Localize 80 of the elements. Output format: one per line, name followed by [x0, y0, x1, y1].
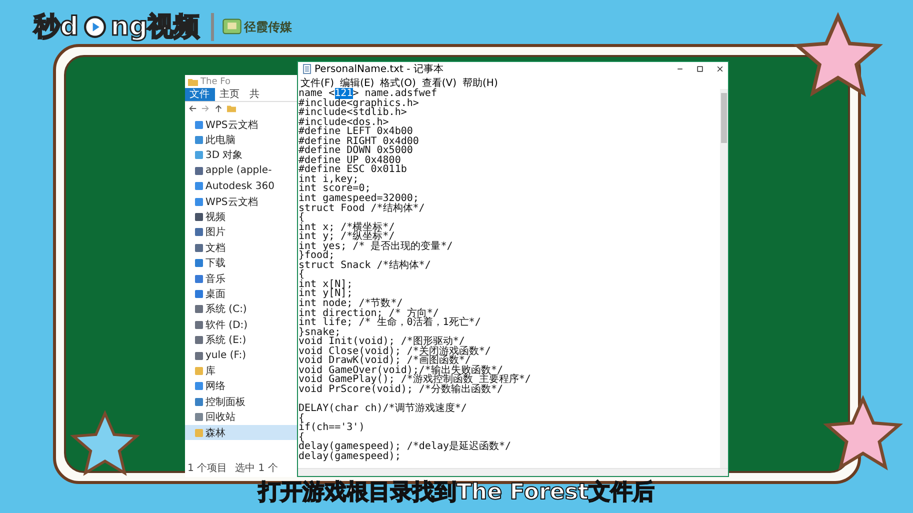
- code-line: void DrawK(void); /*画图函数*/: [298, 356, 471, 366]
- code-line: if(ch=='3'): [298, 423, 366, 433]
- code-line: struct Snack /*结构体*/: [298, 260, 432, 270]
- code-line: int y[N];: [298, 289, 354, 300]
- code-line: void Init(void); /*图形驱动*/: [298, 337, 465, 347]
- nav-item[interactable]: 下载: [184, 256, 296, 271]
- code-line: DELAY(char ch)/*调节游戏速度*/: [298, 404, 468, 414]
- menu-item[interactable]: 查看(V): [422, 76, 457, 90]
- code-line: {: [298, 270, 305, 280]
- window-title: PersonalName.txt - 记事本: [314, 62, 444, 76]
- menu-item[interactable]: 编辑(E): [340, 76, 374, 90]
- subtitle-caption: 打开游戏根目录找到The Forest文件后: [256, 479, 656, 507]
- code-line: int life; /* 生命，0活着，1死亡*/: [298, 318, 482, 328]
- nav-item[interactable]: 视频: [184, 209, 296, 225]
- nav-item[interactable]: 此电脑: [184, 132, 296, 148]
- nav-item[interactable]: 桌面: [184, 286, 296, 302]
- close-icon[interactable]: [716, 65, 724, 73]
- code-line: #define DOWN 0x5000: [298, 146, 414, 156]
- nav-item[interactable]: WPS云文档: [184, 117, 296, 132]
- logo-text: 秒d: [32, 11, 80, 44]
- up-arrow-icon[interactable]: [214, 104, 222, 113]
- nav-item[interactable]: yule (F:): [184, 348, 296, 364]
- code-line: {: [298, 414, 305, 424]
- menu-item[interactable]: 帮助(H): [462, 76, 498, 90]
- maximize-icon[interactable]: [696, 65, 704, 73]
- nav-item[interactable]: 回收站: [184, 409, 296, 425]
- code-line: #define UP 0x4800: [298, 156, 401, 166]
- menu-item[interactable]: 文件(F): [300, 76, 334, 90]
- nav-item[interactable]: 图片: [184, 224, 296, 240]
- nav-item[interactable]: 文档: [184, 240, 296, 256]
- code-line: #define LEFT 0x4b00: [298, 127, 413, 137]
- nav-item[interactable]: 控制面板: [184, 394, 296, 410]
- code-line: #include<graphics.h>: [298, 98, 420, 108]
- nav-item[interactable]: WPS云文档: [184, 194, 296, 210]
- nav-item[interactable]: 音乐: [184, 270, 296, 286]
- code-line: }food;: [298, 251, 335, 261]
- horizontal-scrollbar[interactable]: [298, 468, 728, 476]
- status-text: 1 个项目: [188, 462, 228, 475]
- nav-item[interactable]: 系统 (E:): [184, 332, 296, 348]
- code-line: void Close(void); /*关闭游戏函数*/: [298, 346, 492, 356]
- code-line: int score=0;: [298, 184, 371, 194]
- nav-item[interactable]: 库: [184, 363, 296, 379]
- menu-item[interactable]: 格式(O): [380, 76, 416, 90]
- brand-name: 径霞传媒: [244, 18, 292, 36]
- code-line: delay(gamespeed);: [298, 452, 402, 462]
- scrollbar[interactable]: [720, 89, 728, 468]
- code-line: void PrScore(void); /*分数输出函数*/: [298, 384, 504, 394]
- logo-text: ng视频: [110, 11, 201, 44]
- code-line: delay(gamespeed); /*delay是延迟函数*/: [298, 442, 512, 452]
- code-line: void GameOver(void);/*输出失败函数*/: [298, 366, 503, 376]
- code-line: #include<dos.h>: [298, 118, 389, 128]
- code-line: name <121> name.adsfwef: [298, 89, 437, 99]
- code-line: #define ESC 0x011b: [298, 165, 408, 175]
- code-line: void GamePlay(); /*游戏控制函数 主要程序*/: [298, 375, 532, 385]
- nav-item[interactable]: 系统 (C:): [184, 302, 296, 318]
- code-line: int yes; /* 是否出现的变量*/: [298, 242, 454, 252]
- code-line: #define RIGHT 0x4d00: [298, 136, 420, 146]
- code-line: int y; /*纵坐标*/: [298, 232, 395, 242]
- code-line: int x[N];: [298, 280, 354, 290]
- nav-item[interactable]: 软件 (D:): [184, 317, 296, 332]
- code-line: #include<stdlib.h>: [298, 108, 407, 118]
- nav-item[interactable]: 3D 对象: [184, 148, 296, 164]
- nav-item[interactable]: 森林: [184, 424, 296, 440]
- folder-icon: [226, 104, 236, 113]
- play-icon: [84, 16, 106, 38]
- code-line: int node; /*节数*/: [298, 299, 404, 309]
- code-line: int i,key;: [298, 174, 359, 184]
- code-line: {: [298, 213, 305, 223]
- code-line: {: [298, 432, 305, 442]
- nav-item[interactable]: apple (apple-: [184, 163, 296, 179]
- nav-item[interactable]: Autodesk 360: [184, 178, 296, 194]
- code-line: struct Food /*结构体*/: [298, 204, 426, 214]
- nav-item[interactable]: 网络: [184, 378, 296, 394]
- ribbon-tab[interactable]: 文件: [184, 88, 214, 101]
- back-arrow-icon[interactable]: [188, 104, 196, 113]
- code-line: int gamespeed=32000;: [298, 194, 419, 204]
- window-title: The Fo: [200, 76, 230, 86]
- code-line: }snake;: [298, 328, 341, 338]
- code-line: int x; /*横坐标*/: [298, 222, 396, 232]
- status-text: 选中 1 个: [235, 462, 278, 475]
